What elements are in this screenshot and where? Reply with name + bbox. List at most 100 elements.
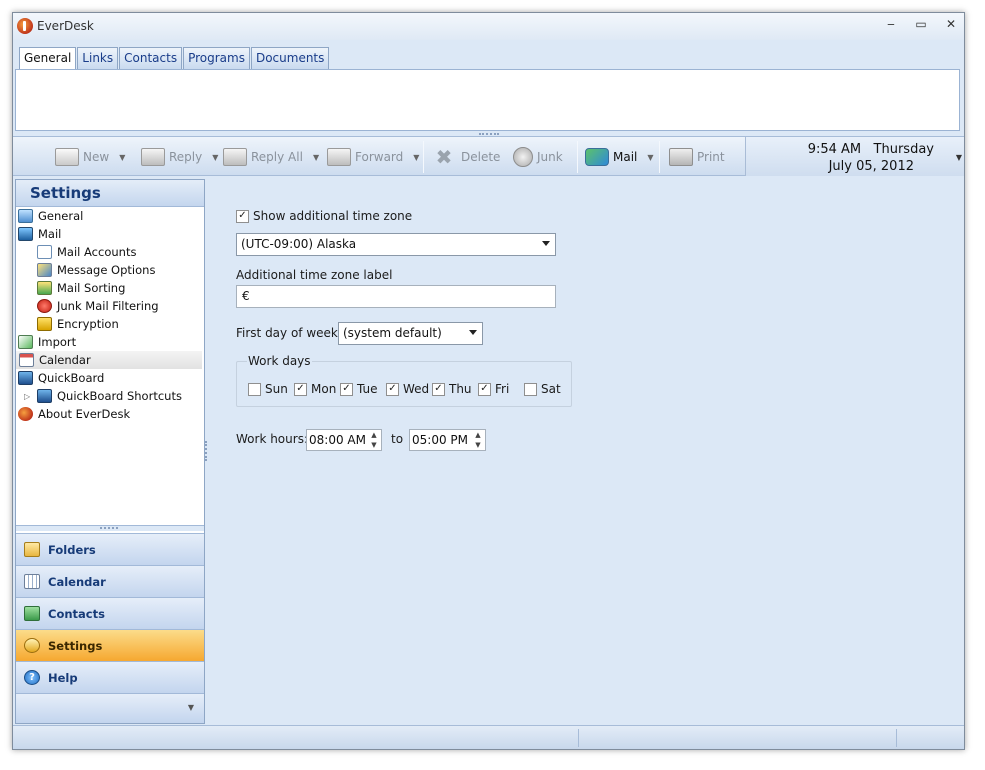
first-day-value: (system default) [343, 326, 442, 340]
nav-calendar[interactable]: Calendar [16, 565, 204, 597]
reply-all-icon [223, 148, 247, 166]
workday-wed[interactable]: ✓ Wed [386, 382, 429, 396]
reply-button[interactable]: Reply ▼ [141, 146, 218, 168]
show-timezone-checkbox[interactable]: ✓ [236, 209, 249, 223]
tree-item-mail[interactable]: Mail [18, 225, 61, 243]
junk-icon [513, 147, 533, 167]
nav-folders[interactable]: Folders [16, 533, 204, 565]
tab-general[interactable]: General [19, 47, 77, 71]
tree-item-message-options[interactable]: Message Options [37, 261, 155, 279]
timezone-select[interactable]: (UTC-09:00) Alaska [236, 233, 556, 256]
workday-label: Tue [357, 382, 378, 396]
tree-item-label: Junk Mail Filtering [57, 299, 159, 313]
workday-fri[interactable]: ✓ Fri [478, 382, 509, 396]
tree-item-mail-accounts[interactable]: Mail Accounts [37, 243, 136, 261]
forward-button[interactable]: Forward ▼ [327, 146, 419, 168]
import-icon [18, 335, 33, 349]
workday-tue-checkbox[interactable]: ✓ [340, 382, 353, 396]
tab-documents[interactable]: Documents [250, 47, 330, 69]
workday-mon[interactable]: ✓ Mon [294, 382, 336, 396]
workday-fri-checkbox[interactable]: ✓ [478, 382, 491, 396]
spin-arrows-icon[interactable]: ▲ ▼ [368, 431, 380, 449]
tree-item-encryption[interactable]: Encryption [37, 315, 119, 333]
delete-button[interactable]: ✖ Delete [431, 145, 501, 169]
workday-mon-checkbox[interactable]: ✓ [294, 382, 307, 396]
chevron-down-icon[interactable]: ▼ [313, 153, 319, 162]
tree-item-label: About EverDesk [38, 407, 131, 421]
chevron-down-icon[interactable]: ▼ [119, 153, 125, 162]
new-button[interactable]: New ▼ [55, 146, 125, 168]
workday-label: Wed [403, 382, 430, 396]
settings-icon [24, 638, 40, 653]
title-bar[interactable]: EverDesk ‒ ▭ ✕ [13, 13, 964, 40]
workday-sun[interactable]: Sun [248, 382, 288, 396]
workday-thu-checkbox[interactable]: ✓ [432, 382, 445, 396]
nav-settings[interactable]: Settings [16, 629, 204, 661]
reply-label: Reply [169, 150, 203, 164]
work-end-spinner[interactable]: 05:00 PM ▲ ▼ [409, 429, 486, 451]
tab-links[interactable]: Links [77, 47, 119, 69]
help-icon: ? [24, 670, 40, 685]
minimize-button[interactable]: ‒ [884, 17, 898, 31]
workday-sun-checkbox[interactable] [248, 382, 261, 396]
status-pane [896, 729, 897, 747]
sidebar-splitter[interactable] [16, 525, 204, 531]
reply-all-button[interactable]: Reply All ▼ [223, 146, 319, 168]
tree-item-label: Mail Sorting [57, 281, 126, 295]
mail-sorting-icon [37, 281, 52, 295]
nav-help[interactable]: ? Help [16, 661, 204, 693]
workday-label: Fri [495, 382, 510, 396]
workday-thu[interactable]: ✓ Thu [432, 382, 472, 396]
forward-label: Forward [355, 150, 404, 164]
maximize-button[interactable]: ▭ [914, 17, 928, 31]
close-button[interactable]: ✕ [944, 17, 958, 31]
app-logo-icon [17, 18, 33, 34]
tree-item-calendar[interactable]: Calendar [16, 351, 202, 369]
first-day-select[interactable]: (system default) [338, 322, 483, 345]
print-button[interactable]: Print [669, 146, 725, 168]
delete-icon: ✖ [435, 145, 453, 169]
nav-footer[interactable]: ▼ [16, 693, 204, 723]
spin-arrows-icon[interactable]: ▲ ▼ [472, 431, 484, 449]
tab-contacts[interactable]: Contacts [119, 47, 183, 69]
first-day-row: First day of week: [236, 326, 342, 340]
junk-label: Junk [537, 150, 563, 164]
mail-button[interactable]: Mail ▼ [585, 146, 654, 168]
tree-item-import[interactable]: Import [18, 333, 76, 351]
junk-button[interactable]: Junk [513, 146, 563, 168]
first-day-label: First day of week: [236, 326, 342, 340]
tree-item-general[interactable]: General [18, 207, 83, 225]
tree-item-label: QuickBoard Shortcuts [57, 389, 182, 403]
toolbar-overflow-icon[interactable]: ▼ [956, 153, 962, 162]
workday-label: Thu [449, 382, 472, 396]
quickboard-icon [18, 371, 33, 385]
chevron-down-icon[interactable]: ▼ [647, 153, 653, 162]
expand-arrow-icon[interactable]: ▷ [24, 392, 32, 401]
tree-item-quickboard[interactable]: QuickBoard [18, 369, 104, 387]
show-timezone-row[interactable]: ✓ Show additional time zone [236, 209, 412, 223]
chevron-down-icon[interactable]: ▼ [212, 153, 218, 162]
workday-sat[interactable]: Sat [524, 382, 561, 396]
top-tabs: General Links Contacts Programs Document… [19, 47, 330, 71]
tree-item-mail-sorting[interactable]: Mail Sorting [37, 279, 125, 297]
nav-label: Folders [48, 542, 96, 557]
workday-sat-checkbox[interactable] [524, 382, 537, 396]
mail-accounts-icon [37, 245, 52, 259]
work-start-spinner[interactable]: 08:00 AM ▲ ▼ [306, 429, 382, 451]
workday-wed-checkbox[interactable]: ✓ [386, 382, 399, 396]
mail-icon [18, 227, 33, 241]
tree-item-junk-mail-filtering[interactable]: Junk Mail Filtering [37, 297, 159, 315]
nav-contacts[interactable]: Contacts [16, 597, 204, 629]
configure-buttons-icon[interactable]: ▼ [188, 703, 194, 712]
tree-item-about[interactable]: About EverDesk [18, 405, 130, 423]
sidebar-title: Settings [16, 180, 204, 207]
timezone-label-input[interactable]: € [236, 285, 556, 308]
chevron-down-icon[interactable]: ▼ [413, 153, 419, 162]
workday-tue[interactable]: ✓ Tue [340, 382, 378, 396]
tab-programs[interactable]: Programs [183, 47, 250, 69]
tree-item-quickboard-shortcuts[interactable]: ▷ QuickBoard Shortcuts [24, 387, 182, 405]
work-hours-label: Work hours: [236, 432, 308, 446]
clock-panel: 9:54 AM Thursday July 05, 2012 ▼ [745, 137, 964, 176]
clock-time: 9:54 AM Thursday [807, 142, 934, 157]
printer-icon [669, 148, 693, 166]
